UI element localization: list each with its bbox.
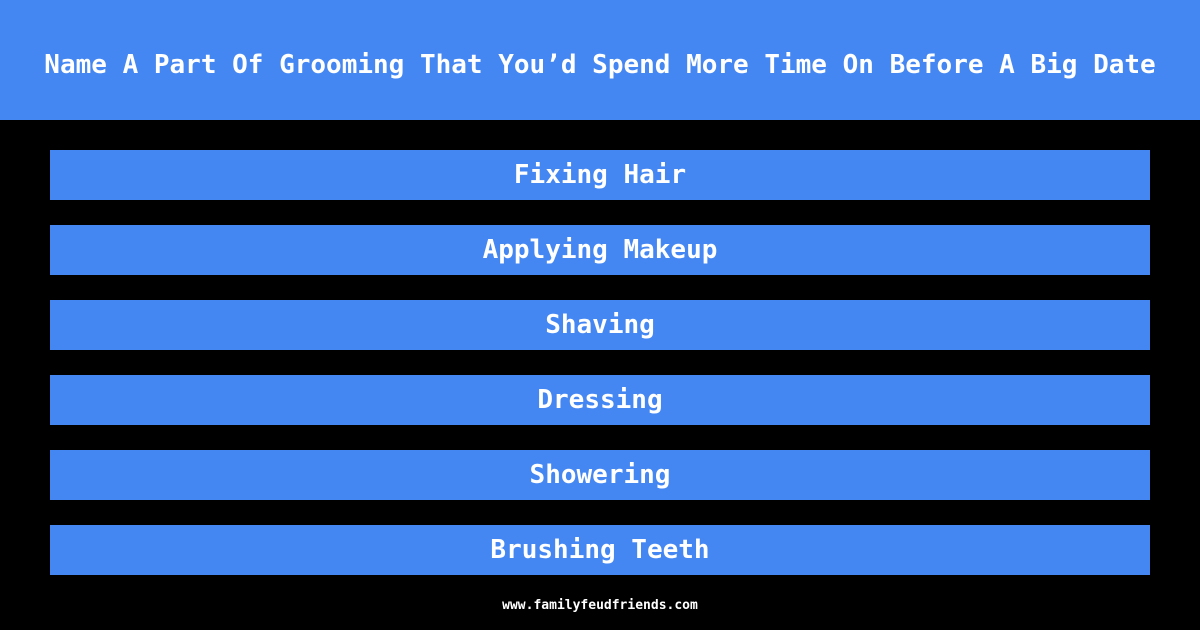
question-title: Name A Part Of Grooming That You’d Spend… (44, 50, 1156, 80)
answer-item: Dressing (50, 375, 1150, 425)
site-url: www.familyfeudfriends.com (502, 598, 698, 613)
answer-item: Showering (50, 450, 1150, 500)
answer-item: Applying Makeup (50, 225, 1150, 275)
answer-item: Brushing Teeth (50, 525, 1150, 575)
answer-item: Fixing Hair (50, 150, 1150, 200)
question-header: Name A Part Of Grooming That You’d Spend… (0, 0, 1200, 120)
answer-list: Fixing Hair Applying Makeup Shaving Dres… (50, 150, 1150, 600)
answer-item: Shaving (50, 300, 1150, 350)
